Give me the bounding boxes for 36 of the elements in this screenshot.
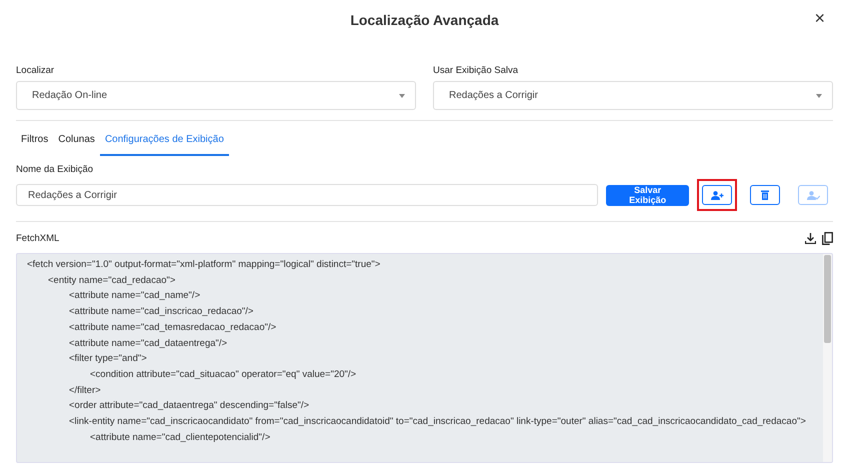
saved-view-label: Usar Exibição Salva — [433, 65, 520, 76]
save-view-button[interactable]: Salvar Exibição — [606, 184, 689, 206]
code-line: <order attribute="cad_dataentrega" descending="false"/> — [69, 400, 310, 412]
code-line: <attribute name="cad_name"/> — [69, 290, 200, 302]
code-line: <attribute name="cad_temasredacao_redacao"/> — [69, 322, 276, 333]
user-button[interactable] — [702, 185, 732, 205]
download-icon[interactable] — [805, 233, 816, 244]
code-line: <attribute name="cad_inscricao_redacao"/> — [69, 306, 254, 318]
code-line: <entity name="cad_redacao"> — [48, 274, 176, 286]
caret-icon — [399, 94, 405, 98]
code-line: <filter type="and"> — [69, 353, 147, 364]
delete-button[interactable] — [750, 185, 780, 205]
code-line: <attribute name="cad_dataentrega"/> — [69, 338, 228, 349]
user-check-icon — [806, 190, 820, 200]
add-user-icon — [710, 190, 724, 200]
saved-view-dropdown[interactable]: Redações a Corrigir — [433, 81, 833, 110]
code-line: </filter> — [69, 384, 101, 396]
tab[interactable]: Configurações de Exibição — [100, 126, 229, 156]
code-line: <link-entity name="cad_inscricaocandidato" from="cad_inscricaocandidatoid" to="cad_inscricao_redacao" link-type="outer" alias="cad_cad_inscricaocandidato_cad_redacao"> — [69, 416, 806, 428]
tab[interactable]: Colunas — [53, 126, 100, 156]
scrollbar-thumb[interactable] — [824, 255, 831, 343]
view-name-field[interactable]: Redações a Corrigir — [16, 184, 598, 206]
close-button[interactable]: × — [810, 8, 829, 29]
find-dropdown[interactable]: Redação On-line — [16, 81, 416, 110]
dialog-title: Localização Avançada — [350, 12, 499, 28]
code-line: <condition attribute="cad_situacao" operator="eq" value="20"/> — [90, 368, 356, 380]
trash-icon — [761, 190, 769, 200]
fetchxml-code-box[interactable] — [16, 253, 833, 463]
view-name-label: Nome da Exibição — [16, 164, 94, 175]
caret-icon — [816, 94, 822, 98]
tab[interactable]: Filtros — [16, 126, 54, 156]
fetchxml-label: FetchXML — [16, 233, 60, 244]
find-label: Localizar — [16, 65, 56, 76]
code-line: <fetch version="1.0" output-format="xml-platform" mapping="logical" distinct="true"> — [27, 259, 380, 270]
copy-icon[interactable] — [822, 232, 833, 245]
code-line: <attribute name="cad_clientepotencialid"/> — [90, 432, 270, 443]
